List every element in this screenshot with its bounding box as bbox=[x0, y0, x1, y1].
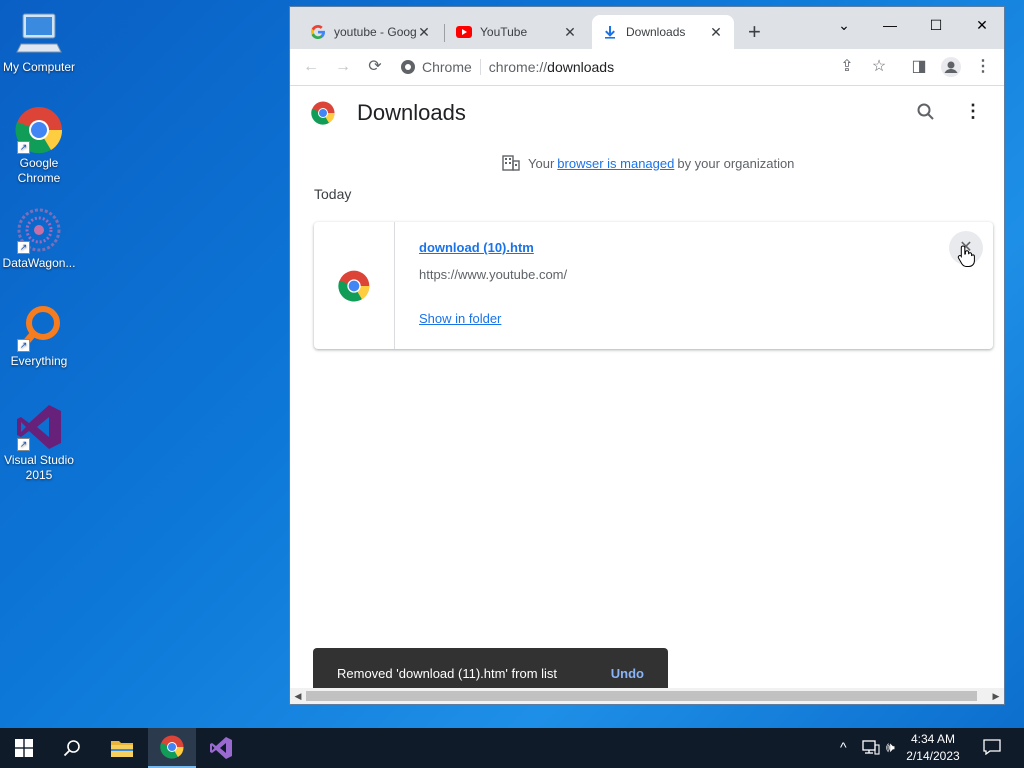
desktop-icon-label: Google Chrome bbox=[17, 156, 61, 185]
profile-avatar-icon[interactable] bbox=[938, 55, 964, 79]
shortcut-arrow-icon: ↗ bbox=[17, 339, 30, 352]
back-button[interactable]: ← bbox=[298, 55, 324, 79]
chrome-icon bbox=[160, 735, 184, 759]
tab-downloads[interactable]: Downloads ✕ bbox=[592, 15, 734, 49]
taskbar: ^ 🕪 4:34 AM 2/14/2023 bbox=[0, 728, 1024, 768]
toast-message: Removed 'download (11).htm' from list bbox=[337, 665, 558, 681]
horizontal-scrollbar[interactable]: ◀ ▶ bbox=[290, 688, 1004, 704]
desktop-icon-datawagon[interactable]: ↗ DataWagon... bbox=[0, 206, 78, 271]
forward-button[interactable]: → bbox=[330, 55, 356, 79]
visual-studio-icon bbox=[210, 737, 232, 759]
scrollbar-thumb[interactable] bbox=[306, 691, 977, 701]
desktop-icon-google-chrome[interactable]: ↗ Google Chrome bbox=[0, 106, 78, 186]
desktop-icon-label: Everything bbox=[10, 354, 68, 368]
scroll-left-arrow-icon[interactable]: ◀ bbox=[290, 688, 306, 704]
close-window-button[interactable]: ✕ bbox=[959, 11, 1005, 39]
reload-button[interactable]: ⟳ bbox=[362, 55, 388, 79]
maximize-button[interactable]: ☐ bbox=[913, 11, 959, 39]
file-source-url: https://www.youtube.com/ bbox=[419, 267, 568, 282]
tab-title: youtube - Google Search bbox=[334, 25, 416, 39]
share-icon[interactable]: ⇪ bbox=[834, 55, 860, 79]
url-host: downloads bbox=[547, 59, 615, 75]
file-name-link[interactable]: download (10).htm bbox=[419, 240, 534, 255]
tab-youtube-search[interactable]: youtube - Google Search ✕ bbox=[300, 15, 442, 49]
tab-search-icon[interactable]: ⌄ bbox=[821, 11, 867, 39]
download-icon bbox=[605, 26, 615, 39]
visual-studio-icon: ↗ bbox=[15, 403, 63, 451]
desktop-icon-everything[interactable]: ↗ Everything bbox=[0, 304, 78, 369]
close-tab-icon[interactable]: ✕ bbox=[562, 24, 578, 41]
clock[interactable]: 4:34 AM 2/14/2023 bbox=[898, 731, 968, 765]
clock-time: 4:34 AM bbox=[910, 732, 956, 746]
bookmark-star-icon[interactable]: ☆ bbox=[866, 55, 892, 79]
scroll-right-arrow-icon[interactable]: ▶ bbox=[988, 688, 1004, 704]
clock-date: 2/14/2023 bbox=[906, 749, 960, 763]
show-in-folder-link[interactable]: Show in folder bbox=[419, 311, 501, 326]
chrome-page-icon bbox=[401, 60, 415, 74]
notifications-icon[interactable] bbox=[983, 739, 1001, 758]
undo-button[interactable]: Undo bbox=[611, 666, 644, 681]
taskbar-visual-studio[interactable] bbox=[197, 728, 245, 768]
taskbar-search-button[interactable] bbox=[48, 728, 96, 768]
download-item-card: download (10).htm https://www.youtube.co… bbox=[314, 222, 993, 349]
downloads-page: Downloads ⋮ Your browser is managed by y… bbox=[290, 86, 1004, 704]
show-hidden-icons-chevron-icon[interactable]: ^ bbox=[840, 739, 847, 755]
chrome-window: youtube - Google Search ✕ YouTube ✕ Down… bbox=[289, 6, 1005, 705]
volume-icon[interactable]: 🕪 bbox=[886, 739, 895, 756]
search-downloads-icon[interactable] bbox=[916, 102, 940, 126]
chrome-file-icon bbox=[338, 270, 370, 302]
menu-kebab-icon[interactable]: ⋮ bbox=[970, 55, 996, 79]
everything-search-icon: ↗ bbox=[15, 304, 63, 352]
date-section-heading: Today bbox=[314, 186, 352, 202]
omnibox-url: chrome://downloads bbox=[489, 59, 614, 75]
desktop-icon-my-computer[interactable]: My Computer bbox=[0, 10, 78, 75]
close-tab-icon[interactable]: ✕ bbox=[416, 24, 432, 41]
shortcut-arrow-icon: ↗ bbox=[17, 141, 30, 154]
minimize-button[interactable]: — bbox=[867, 11, 913, 39]
datawagon-icon: ↗ bbox=[15, 206, 63, 254]
desktop-icon-visual-studio[interactable]: ↗ Visual Studio 2015 bbox=[0, 403, 78, 483]
start-button[interactable] bbox=[0, 728, 48, 768]
shortcut-arrow-icon: ↗ bbox=[17, 241, 30, 254]
tab-strip: youtube - Google Search ✕ YouTube ✕ Down… bbox=[290, 7, 1004, 49]
shortcut-arrow-icon: ↗ bbox=[17, 438, 30, 451]
omnibox-chip: Chrome bbox=[422, 59, 481, 75]
hand-cursor-icon bbox=[957, 245, 975, 267]
google-icon bbox=[311, 25, 325, 39]
side-panel-icon[interactable]: ◨ bbox=[906, 55, 932, 79]
computer-icon bbox=[15, 10, 63, 58]
tab-title: Downloads bbox=[626, 25, 686, 39]
search-icon bbox=[63, 740, 80, 757]
managed-notice: Your browser is managed by your organiza… bbox=[502, 155, 794, 171]
new-tab-button[interactable]: + bbox=[748, 21, 761, 43]
windows-logo-icon bbox=[15, 739, 33, 757]
managed-suffix: by your organization bbox=[677, 155, 795, 171]
desktop-icon-label: My Computer bbox=[2, 60, 76, 74]
network-icon[interactable] bbox=[862, 739, 880, 758]
page-title: Downloads bbox=[357, 100, 466, 125]
browser-toolbar: ← → ⟳ Chrome chrome://downloads ⇪ ☆ ◨ ⋮ bbox=[290, 49, 1004, 86]
youtube-icon bbox=[456, 26, 472, 38]
building-icon bbox=[502, 155, 520, 171]
chrome-icon: ↗ bbox=[15, 106, 63, 154]
taskbar-file-explorer[interactable] bbox=[98, 728, 146, 768]
managed-prefix: Your bbox=[528, 155, 555, 171]
url-prefix: chrome:// bbox=[488, 59, 548, 75]
managed-link[interactable]: browser is managed bbox=[557, 156, 674, 171]
tab-separator bbox=[444, 24, 445, 42]
file-icon-area bbox=[314, 222, 395, 349]
more-actions-icon[interactable]: ⋮ bbox=[964, 101, 982, 122]
close-tab-icon[interactable]: ✕ bbox=[708, 24, 724, 41]
folder-icon bbox=[111, 741, 133, 757]
address-bar[interactable]: Chrome chrome://downloads bbox=[400, 53, 886, 81]
tab-youtube[interactable]: YouTube ✕ bbox=[446, 15, 588, 49]
taskbar-chrome[interactable] bbox=[148, 728, 196, 768]
desktop-icon-label: Visual Studio 2015 bbox=[4, 453, 74, 482]
chrome-logo-icon bbox=[311, 101, 335, 125]
tab-title: YouTube bbox=[480, 25, 528, 39]
desktop-icon-label: DataWagon... bbox=[2, 256, 76, 270]
